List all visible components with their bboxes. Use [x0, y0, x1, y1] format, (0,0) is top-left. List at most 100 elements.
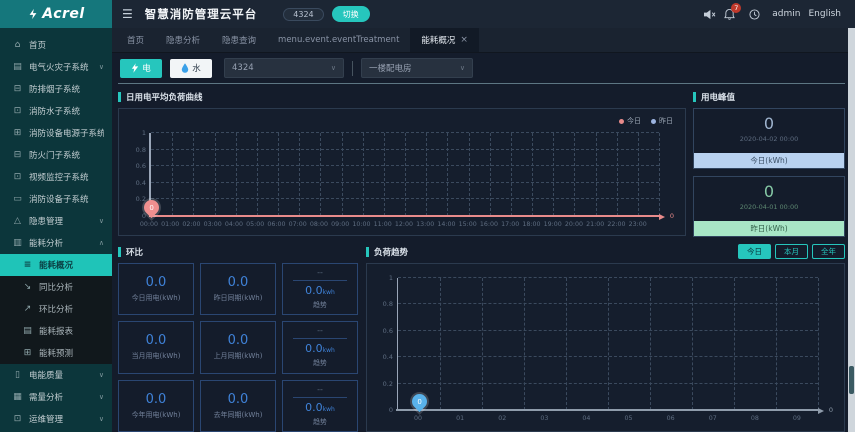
y-axis-label: 0: [141, 212, 146, 220]
stat-value: 0.0: [145, 333, 167, 349]
tab-close-icon[interactable]: ×: [460, 35, 468, 45]
peak-time: 2020-04-01 00:00: [739, 203, 799, 211]
trend-label: 趋势: [313, 417, 327, 426]
brand-logo-icon: [29, 8, 37, 20]
legend-item[interactable]: 今日: [619, 116, 641, 126]
stat-card: 0.0 上月同期(kWh): [200, 321, 276, 374]
lightning-icon: [132, 63, 139, 73]
chevron-up-icon: ∧: [98, 239, 104, 247]
x-axis-label: 02: [498, 415, 507, 422]
sidebar-item-fire-water[interactable]: ⊡ 消防水子系统: [0, 100, 112, 122]
trend-range-today-button[interactable]: 今日: [738, 244, 771, 259]
tab-home[interactable]: 首页: [116, 28, 155, 52]
chart-plot: 0 0.2 0.4 0.6 0.8 1 0 0: [383, 274, 833, 414]
trend-range-month-button[interactable]: 本月: [775, 244, 808, 259]
tab-hazard-query[interactable]: 隐患查询: [211, 28, 267, 52]
gridline-vertical: [468, 133, 470, 216]
sidebar-item-mom-analysis[interactable]: ↗ 环比分析: [0, 298, 112, 320]
yoy-trend-icon: ↘: [23, 282, 32, 292]
sidebar-item-yoy-analysis[interactable]: ↘ 同比分析: [0, 276, 112, 298]
sidebar-item-energy-overview[interactable]: ≡ 能耗概况: [0, 254, 112, 276]
sidebar-item-energy-forecast[interactable]: ⊞ 能耗预测: [0, 342, 112, 364]
sidebar-item-energy-report[interactable]: ▤ 能耗报表: [0, 320, 112, 342]
stat-card: 0.0 今年用电(kWh): [118, 379, 194, 432]
gridline-vertical: [193, 133, 195, 216]
tab-event-treatment[interactable]: menu.event.eventTreatment: [267, 28, 410, 52]
tab-energy-overview[interactable]: 能耗概况 ×: [410, 28, 479, 52]
sidebar-item-fire-power-supply[interactable]: ⊞ 消防设备电源子系统: [0, 122, 112, 144]
chevron-down-icon: ∨: [98, 415, 104, 423]
x-axis-label: 22:00: [607, 221, 626, 228]
content-area: 电 水 4324 ∨ 一楼配电房 ∨ 日用电平均负荷曲线 今日 昨日 0 0.2…: [112, 53, 855, 432]
sidebar-item-electrical-fire[interactable]: ▤ 电气火灾子系统 ∨: [0, 56, 112, 78]
sidebar-item-hazard-mgmt[interactable]: △ 隐患管理 ∨: [0, 210, 112, 232]
trend-value: 0.0kwh: [305, 342, 335, 356]
clock-icon[interactable]: [749, 8, 760, 20]
room-select[interactable]: 一楼配电房 ∨: [361, 58, 473, 78]
sidebar-item-smoke-control[interactable]: ⊟ 防排烟子系统: [0, 78, 112, 100]
sidebar-item-fire-door[interactable]: ⊟ 防火门子系统: [0, 144, 112, 166]
sidebar-item-energy-analysis[interactable]: ▥ 能耗分析 ∧: [0, 232, 112, 254]
scrollbar-thumb[interactable]: [849, 366, 854, 394]
demand-icon: ▦: [13, 392, 22, 402]
gridline-vertical: [440, 278, 441, 410]
bell-icon[interactable]: 7: [724, 3, 742, 20]
language-switch[interactable]: English: [809, 9, 842, 19]
trend-range-year-button[interactable]: 全年: [812, 244, 845, 259]
load-trend-section: 负荷趋势 今日 本月 全年 0 0.2 0.4 0.6 0.8 1 0 0 00 01 02 03 04 0…: [366, 244, 845, 432]
x-axis-label: 07: [708, 415, 717, 422]
sidebar-item-power-quality[interactable]: ▯ 电能质量 ∨: [0, 364, 112, 386]
sidebar-item-video-monitor[interactable]: ⊡ 视频监控子系统: [0, 166, 112, 188]
title-accent-bar: [118, 91, 121, 102]
sidebar-item-demand-analysis[interactable]: ▦ 需量分析 ∨: [0, 386, 112, 408]
y-axis-label: 1: [141, 129, 146, 137]
water-drop-icon: [182, 63, 189, 73]
x-axis-label: 07:00: [288, 221, 307, 228]
room-select-value: 一楼配电房: [369, 64, 412, 74]
x-axis-label: 15:00: [458, 221, 477, 228]
chevron-down-icon: ∨: [459, 64, 465, 72]
x-axis-label: 08:00: [309, 221, 329, 228]
water-toggle-label: 水: [192, 63, 201, 73]
vertical-scrollbar[interactable]: [848, 28, 855, 432]
sidebar-item-ops-mgmt[interactable]: ⊡ 运维管理 ∨: [0, 408, 112, 430]
gridline-vertical: [214, 133, 216, 216]
stat-label: 今日用电(kWh): [131, 294, 181, 303]
electric-toggle-button[interactable]: 电: [120, 58, 162, 78]
sidebar-item-label: 电能质量: [29, 371, 64, 381]
gridline-vertical: [405, 133, 406, 216]
x-axis-label: 01: [456, 415, 465, 422]
trend-percent: --: [317, 268, 323, 278]
x-axis-label: 02:00: [182, 221, 201, 228]
sidebar-item-label: 需量分析: [29, 393, 64, 403]
trend-card: -- 0.0kwh 趋势: [282, 379, 358, 432]
sidebar-item-fire-device[interactable]: ▭ 消防设备子系统: [0, 188, 112, 210]
menu-collapse-icon[interactable]: ☰: [122, 7, 133, 21]
stat-value: 0.0: [227, 333, 249, 349]
sidebar-item-home[interactable]: ⌂ 首页: [0, 34, 112, 56]
x-axis-label: 16:00: [479, 221, 499, 228]
peak-title-row: 用电峰值: [693, 89, 845, 104]
user-menu[interactable]: admin: [772, 9, 800, 19]
trend-card: -- 0.0kwh 趋势: [282, 321, 358, 374]
tab-hazard-analysis[interactable]: 隐患分析: [155, 28, 211, 52]
switch-button[interactable]: 切换: [331, 6, 370, 22]
title-accent-bar: [366, 246, 369, 257]
y-axis-label: 0.8: [382, 300, 393, 309]
notification-badge: 7: [731, 3, 742, 13]
stat-label: 去年同期(kWh): [213, 410, 263, 419]
stat-value: 0.0: [145, 275, 167, 291]
app-title: 智慧消防管理云平台: [144, 7, 258, 21]
peak-card: 0 2020-04-02 00:00 今日(kWh): [693, 108, 845, 169]
x-axis-label: 13:00: [416, 221, 435, 228]
trend-value: 0.0kwh: [305, 400, 335, 414]
fire-power-icon: ⊞: [13, 128, 22, 138]
x-axis-label: 00: [414, 415, 423, 422]
speaker-mute-icon[interactable]: [703, 9, 716, 20]
water-toggle-button[interactable]: 水: [170, 58, 212, 78]
station-select[interactable]: 4324 ∨: [224, 58, 344, 78]
fire-device-icon: ▭: [13, 194, 22, 204]
legend-item[interactable]: 昨日: [651, 116, 673, 126]
load-trend-chart: 0 0.2 0.4 0.6 0.8 1 0 0 00 01 02 03 04 05 06 07 08 09: [366, 263, 845, 432]
huanbi-title-row: 环比: [118, 244, 358, 259]
